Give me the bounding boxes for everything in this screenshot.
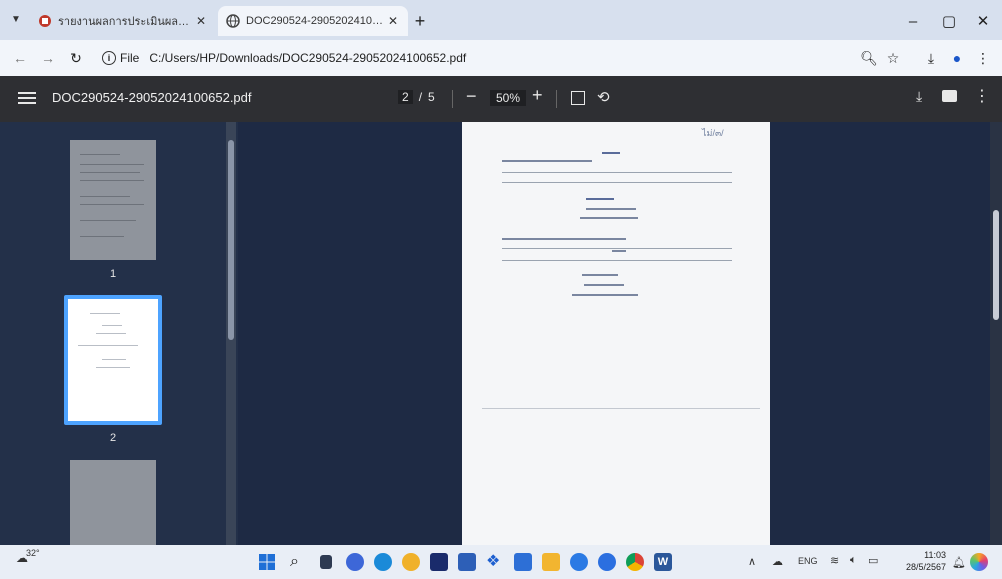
hamburger-menu-icon[interactable]	[18, 89, 36, 107]
site-info-chip[interactable]: i File	[102, 51, 139, 65]
pdf-toolbar: DOC290524-29052024100652.pdf 2 / 5 − 50%…	[0, 76, 1002, 122]
cloud-sync-icon[interactable]: ☁	[772, 555, 783, 568]
chrome-canary-icon[interactable]	[402, 553, 420, 571]
close-window-button[interactable]: ✕	[968, 10, 998, 34]
forward-icon[interactable]: →	[38, 48, 58, 68]
battery-icon[interactable]: ▭	[868, 554, 878, 567]
back-icon[interactable]: ←	[10, 48, 30, 68]
notification-bell-icon[interactable]: 🔔︎	[952, 556, 966, 569]
url-text: C:/Users/HP/Downloads/DOC290524-29052024…	[149, 51, 467, 65]
volume-icon[interactable]: 🔈︎	[850, 554, 857, 567]
folder-icon[interactable]	[542, 553, 560, 571]
scheme-label: File	[120, 51, 140, 65]
browser-menu-icon[interactable]: ⋮	[972, 48, 994, 68]
clock-date[interactable]: 28/5/2567	[890, 562, 946, 572]
page-thumbnail-1[interactable]	[70, 140, 156, 260]
address-bar[interactable]: i File C:/Users/HP/Downloads/DOC290524-2…	[96, 45, 836, 71]
reload-icon[interactable]: ↻	[66, 48, 86, 68]
edge-icon[interactable]	[374, 553, 392, 571]
photos-icon[interactable]	[570, 553, 588, 571]
new-tab-button[interactable]: +	[410, 12, 430, 32]
close-tab-icon[interactable]: ✕	[194, 14, 208, 28]
thumbnail-label: 2	[109, 432, 117, 444]
zoom-out-button[interactable]: −	[466, 86, 477, 107]
settings-app-icon[interactable]	[598, 553, 616, 571]
viewer-scrollbar-thumb[interactable]	[993, 210, 999, 320]
downloads-icon[interactable]: ⤓	[920, 48, 942, 68]
zoom-lens-icon[interactable]: 🔍︎	[858, 48, 880, 68]
tab-report[interactable]: รายงานผลการประเมินผลการดำเนินงาน ✕	[30, 6, 216, 36]
windows-start-icon[interactable]	[258, 553, 276, 571]
zoom-in-button[interactable]: +	[532, 85, 543, 106]
chrome-icon[interactable]	[626, 553, 644, 571]
fit-to-page-icon[interactable]	[571, 91, 585, 105]
tab-pdf[interactable]: DOC290524-29052024100652.pdf ✕	[218, 6, 408, 36]
page-selector: 2 / 5	[398, 90, 435, 104]
page-total: 5	[428, 90, 435, 104]
thumbnail-label: 1	[109, 268, 117, 280]
page-number-input[interactable]: 2	[398, 90, 413, 104]
task-view-icon[interactable]	[320, 555, 332, 569]
download-icon[interactable]: ⤓	[916, 88, 922, 105]
print-icon[interactable]	[942, 90, 957, 102]
search-icon[interactable]: ⌕	[290, 553, 308, 571]
tab-title: DOC290524-29052024100652.pdf	[246, 15, 386, 27]
dropbox-icon[interactable]: ❖	[486, 553, 504, 571]
page-thumbnail-2[interactable]	[64, 295, 162, 425]
page-thumbnail-3[interactable]	[70, 460, 156, 545]
viewer-scrollbar[interactable]	[990, 122, 1002, 545]
language-indicator[interactable]: ENG	[798, 556, 818, 566]
tab-search-button[interactable]: ▼	[6, 10, 26, 30]
profile-icon[interactable]: ●	[946, 48, 968, 68]
pdf-page[interactable]	[462, 122, 770, 545]
pdf-title: DOC290524-29052024100652.pdf	[52, 90, 252, 105]
close-tab-icon[interactable]: ✕	[386, 14, 400, 28]
tab-strip: ▼ รายงานผลการประเมินผลการดำเนินงาน ✕ DOC…	[0, 0, 1002, 40]
minimize-button[interactable]: –	[898, 10, 928, 34]
clock-time[interactable]: 11:03	[910, 550, 946, 560]
zoom-level-input[interactable]: 50%	[490, 90, 527, 106]
word-icon[interactable]: W	[654, 553, 672, 571]
chat-icon[interactable]	[346, 553, 364, 571]
divider	[556, 90, 557, 108]
app-icon[interactable]	[430, 553, 448, 571]
chevron-up-icon[interactable]: ∧	[748, 555, 756, 568]
copilot-icon[interactable]	[970, 553, 988, 571]
page-separator: /	[418, 90, 423, 104]
wifi-icon[interactable]: ≋	[830, 554, 839, 567]
document-tab-icon	[39, 15, 51, 27]
taskbar: ☁ 32° ⌕ ❖ W ∧ ☁ ENG ≋ 🔈︎ ▭ 11:03 28/5/25…	[0, 545, 1002, 579]
mail-icon[interactable]	[514, 553, 532, 571]
weather-temp: 32°	[26, 548, 40, 558]
divider	[452, 90, 453, 108]
maximize-button[interactable]: ▢	[934, 10, 964, 34]
tab-title: รายงานผลการประเมินผลการดำเนินงาน	[58, 16, 194, 28]
info-icon: i	[102, 51, 116, 65]
navigation-bar: ← → ↻ i File C:/Users/HP/Downloads/DOC29…	[0, 40, 1002, 76]
globe-icon	[226, 14, 240, 28]
store-icon[interactable]	[458, 553, 476, 571]
rotate-icon[interactable]: ⟲	[597, 88, 610, 106]
weather-widget[interactable]: ☁ 32°	[16, 548, 40, 573]
page-handwritten-mark: ไม่/๓/	[702, 128, 724, 138]
sidebar-scrollbar-thumb[interactable]	[228, 140, 234, 340]
bookmark-star-icon[interactable]: ☆	[882, 48, 904, 68]
more-options-icon[interactable]: ⋮	[974, 86, 990, 106]
